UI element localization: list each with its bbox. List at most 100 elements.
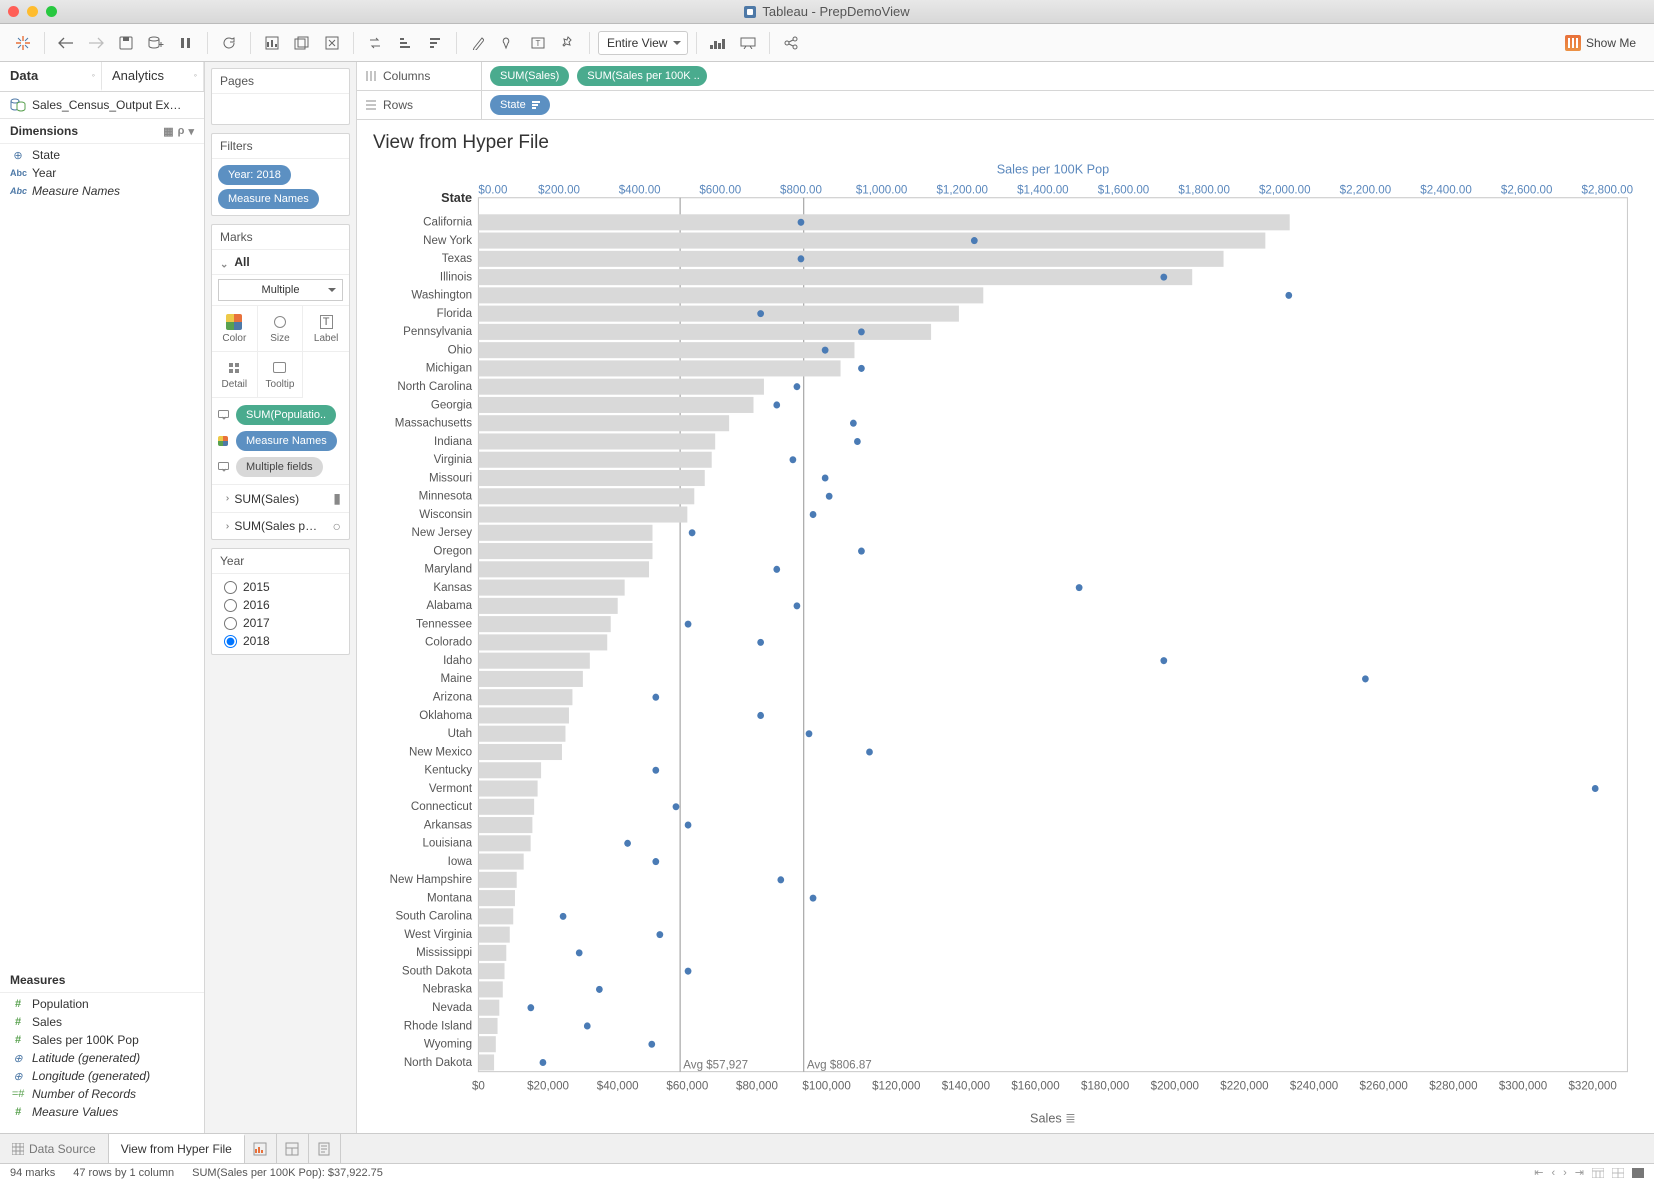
bar-South Carolina[interactable] [478,908,513,924]
new-datasource-button[interactable] [143,30,169,56]
bar-North Dakota[interactable] [478,1054,494,1070]
filter-pill[interactable]: Year: 2018 [218,165,291,185]
tableau-start-icon[interactable] [10,30,36,56]
bar-Iowa[interactable] [478,854,523,870]
bar-Virginia[interactable] [478,452,711,468]
measure-field[interactable]: ⊕Longitude (generated) [0,1067,204,1085]
prev-icon[interactable]: ‹ [1551,1167,1555,1179]
dot-Virginia[interactable] [790,456,797,463]
view-medium-icon[interactable] [1612,1168,1624,1178]
bar-New York[interactable] [478,233,1265,249]
dimension-field[interactable]: AbcMeasure Names [0,182,204,200]
last-icon[interactable]: ⇥ [1575,1166,1584,1179]
dot-Michigan[interactable] [858,365,865,372]
bar-New Jersey[interactable] [478,525,652,541]
new-dashboard-button[interactable] [277,1134,309,1163]
dot-Texas[interactable] [798,255,805,262]
measure-field[interactable]: #Sales per 100K Pop [0,1031,204,1049]
revert-button[interactable] [216,30,242,56]
bar-Oklahoma[interactable] [478,707,569,723]
dot-Connecticut[interactable] [673,803,680,810]
dot-Nebraska[interactable] [596,986,603,993]
dot-Wyoming[interactable] [648,1041,655,1048]
shelf-pill[interactable]: SUM(Sales) [490,66,569,86]
dot-South Dakota[interactable] [685,968,692,975]
dot-Arkansas[interactable] [685,822,692,829]
view-as-table-icon[interactable]: ▦ [163,125,173,138]
first-icon[interactable]: ⇤ [1534,1166,1543,1179]
dot-Indiana[interactable] [854,438,861,445]
dot-Oregon[interactable] [858,548,865,555]
share-button[interactable] [778,30,804,56]
bar-Michigan[interactable] [478,360,840,376]
pin-button[interactable] [555,30,581,56]
dot-Oklahoma[interactable] [757,712,764,719]
measure-field[interactable]: #Sales [0,1013,204,1031]
duplicate-sheet-button[interactable] [289,30,315,56]
shelf-pill[interactable]: State [490,95,550,115]
new-story-button[interactable] [309,1134,341,1163]
columns-shelf[interactable]: Columns SUM(Sales)SUM(Sales per 100K .. [357,62,1654,91]
close-window-button[interactable] [8,6,19,17]
fullscreen-window-button[interactable] [46,6,57,17]
dot-Maryland[interactable] [773,566,780,573]
dot-Missouri[interactable] [822,474,829,481]
bar-New Hampshire[interactable] [478,872,516,888]
mark-color-cell[interactable]: Color [212,306,258,352]
show-hide-cards-button[interactable] [705,30,731,56]
sheet-tab-active[interactable]: View from Hyper File [109,1134,245,1163]
dot-Ohio[interactable] [822,347,829,354]
bar-Mississippi[interactable] [478,945,506,961]
marks-all-toggle[interactable]: All [212,250,349,275]
bar-Nevada[interactable] [478,1000,499,1016]
next-icon[interactable]: › [1563,1167,1567,1179]
bar-Wyoming[interactable] [478,1036,495,1052]
filter-pill[interactable]: Measure Names [218,189,319,209]
dot-Kansas[interactable] [1076,584,1083,591]
dot-Utah[interactable] [806,730,813,737]
bar-North Carolina[interactable] [478,379,764,395]
bar-Indiana[interactable] [478,433,715,449]
dot-Florida[interactable] [757,310,764,317]
dot-South Carolina[interactable] [560,913,567,920]
dot-New Jersey[interactable] [689,529,696,536]
presentation-mode-button[interactable] [735,30,761,56]
analytics-tab[interactable]: Analytics◦ [102,62,204,91]
show-labels-button[interactable]: T [525,30,551,56]
dot-Vermont[interactable] [1592,785,1599,792]
bar-Missouri[interactable] [478,470,704,486]
bar-South Dakota[interactable] [478,963,504,979]
bar-Montana[interactable] [478,890,515,906]
sort-asc-button[interactable] [392,30,418,56]
viz-title[interactable]: View from Hyper File [357,120,1654,158]
dot-Minnesota[interactable] [826,493,833,500]
dot-Illinois[interactable] [1160,274,1167,281]
bar-Minnesota[interactable] [478,488,694,504]
dimension-field[interactable]: AbcYear [0,164,204,182]
search-icon[interactable]: ρ [178,125,185,138]
swap-axes-button[interactable] [362,30,388,56]
group-button[interactable] [495,30,521,56]
new-worksheet-button[interactable] [245,1134,277,1163]
bar-Idaho[interactable] [478,653,589,669]
dot-Arizona[interactable] [652,694,659,701]
bar-Kansas[interactable] [478,580,624,596]
fit-dropdown[interactable]: Entire View [598,31,688,55]
mark-size-cell[interactable]: Size [258,306,304,352]
highlight-button[interactable] [465,30,491,56]
year-radio-2018[interactable]: 2018 [216,632,345,650]
mark-detail-cell[interactable]: Detail [212,352,258,398]
bar-California[interactable] [478,214,1289,230]
dot-New York[interactable] [971,237,978,244]
dot-California[interactable] [798,219,805,226]
menu-icon[interactable]: ▾ [188,125,194,138]
rows-shelf[interactable]: Rows State [357,91,1654,120]
dot-Washington[interactable] [1285,292,1292,299]
dot-Maine[interactable] [1362,675,1369,682]
dot-West Virginia[interactable] [656,931,663,938]
redo-button[interactable] [83,30,109,56]
bar-Washington[interactable] [478,287,983,303]
pause-updates-button[interactable] [173,30,199,56]
show-me-button[interactable]: Show Me [1557,31,1644,55]
dot-New Mexico[interactable] [866,748,873,755]
